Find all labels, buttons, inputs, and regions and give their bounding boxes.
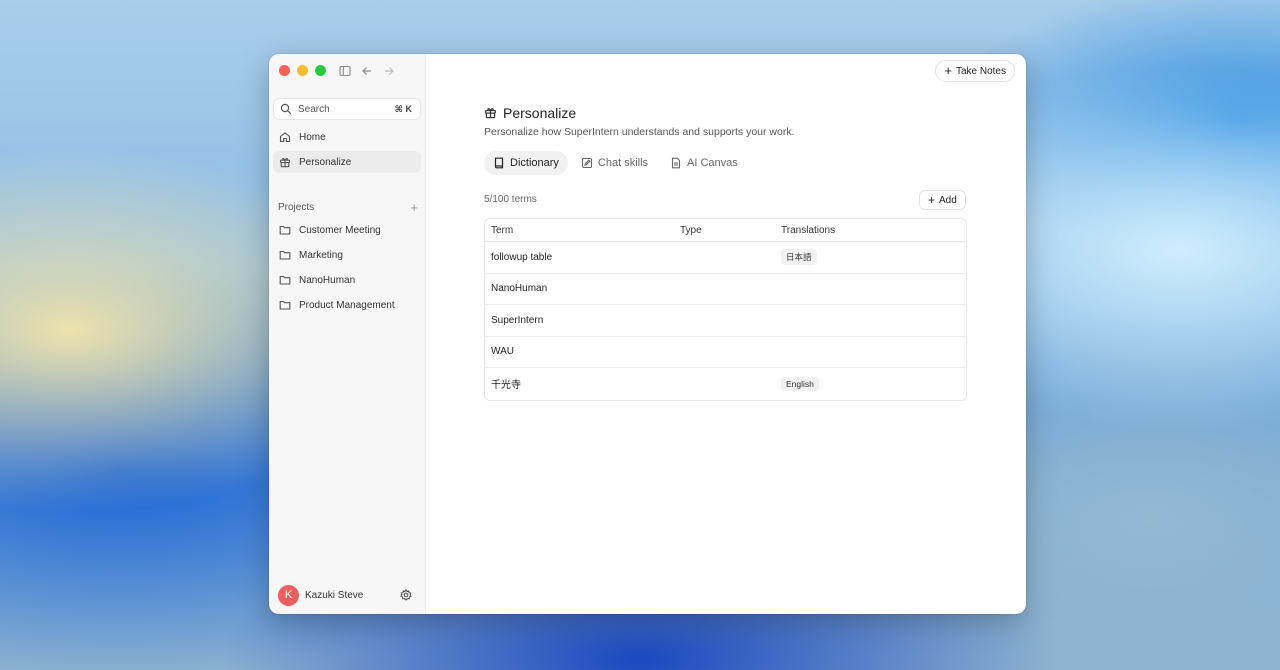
table-row[interactable]: NanoHuman bbox=[485, 274, 966, 305]
project-label: Customer Meeting bbox=[299, 224, 381, 236]
add-project-icon[interactable]: + bbox=[410, 201, 418, 214]
sidebar: Search ⌘ K Home Personalize Projects + C… bbox=[269, 54, 426, 614]
book-icon bbox=[493, 157, 505, 169]
search-shortcut: ⌘ K bbox=[394, 103, 412, 114]
dictionary-table: Term Type Translations followup table 日本… bbox=[484, 218, 967, 401]
tab-label: Chat skills bbox=[597, 157, 649, 169]
page-subtitle: Personalize how SuperIntern understands … bbox=[484, 126, 795, 138]
search-label: Search bbox=[298, 103, 330, 115]
close-window-button[interactable] bbox=[279, 65, 290, 76]
table-header: Term Type Translations bbox=[485, 219, 966, 242]
projects-label: Projects bbox=[278, 202, 315, 213]
sidebar-item-home[interactable]: Home bbox=[273, 126, 421, 148]
project-label: Product Management bbox=[299, 299, 395, 311]
sidebar-item-label: Personalize bbox=[299, 156, 352, 168]
search-input[interactable]: Search ⌘ K bbox=[273, 98, 421, 120]
user-name: Kazuki Steve bbox=[305, 589, 364, 601]
column-header-type[interactable]: Type bbox=[674, 225, 775, 236]
translation-badge: English bbox=[781, 376, 819, 391]
edit-square-icon bbox=[581, 157, 593, 169]
term-cell: NanoHuman bbox=[491, 283, 548, 295]
app-window: Search ⌘ K Home Personalize Projects + C… bbox=[269, 54, 1026, 614]
term-cell: WAU bbox=[491, 346, 514, 358]
gear-icon[interactable] bbox=[400, 588, 413, 602]
table-row[interactable]: 千光寺 English bbox=[485, 368, 966, 400]
plus-icon: + bbox=[928, 193, 936, 207]
project-item[interactable]: Marketing bbox=[273, 244, 421, 266]
table-row[interactable]: WAU bbox=[485, 337, 966, 368]
folder-icon bbox=[279, 274, 292, 287]
table-row[interactable]: SuperIntern bbox=[485, 305, 966, 337]
table-row[interactable]: followup table 日本語 bbox=[485, 242, 966, 274]
tab-label: Dictionary bbox=[510, 157, 559, 169]
main-panel: + Take Notes Personalize Personalize how… bbox=[426, 54, 1026, 614]
window-controls bbox=[279, 65, 326, 76]
forward-arrow-icon[interactable] bbox=[381, 63, 397, 79]
projects-header: Projects + bbox=[278, 201, 418, 214]
document-icon bbox=[670, 157, 682, 169]
gift-icon bbox=[279, 156, 292, 169]
page-title: Personalize bbox=[484, 105, 795, 121]
project-item[interactable]: NanoHuman bbox=[273, 269, 421, 291]
search-icon bbox=[280, 103, 292, 115]
translation-cell: English bbox=[775, 376, 966, 391]
term-cell: followup table bbox=[491, 251, 553, 263]
user-profile[interactable]: K Kazuki Steve bbox=[278, 584, 413, 606]
project-item[interactable]: Product Management bbox=[273, 294, 421, 316]
folder-icon bbox=[279, 249, 292, 262]
term-cell: SuperIntern bbox=[491, 314, 544, 326]
project-item[interactable]: Customer Meeting bbox=[273, 219, 421, 241]
column-header-translations[interactable]: Translations bbox=[775, 225, 966, 236]
take-notes-button[interactable]: + Take Notes bbox=[935, 60, 1015, 82]
project-label: NanoHuman bbox=[299, 274, 356, 286]
home-icon bbox=[279, 131, 292, 144]
back-arrow-icon[interactable] bbox=[359, 63, 375, 79]
gift-icon bbox=[484, 106, 498, 120]
avatar[interactable]: K bbox=[278, 584, 299, 606]
terms-count: 5/100 terms bbox=[484, 194, 537, 205]
term-cell: 千光寺 bbox=[491, 380, 521, 392]
sidebar-item-label: Home bbox=[299, 131, 326, 143]
folder-icon bbox=[279, 299, 292, 312]
sidebar-toggle-icon[interactable] bbox=[337, 63, 353, 79]
tab-bar: Dictionary Chat skills AI Canvas bbox=[484, 151, 747, 175]
tab-label: AI Canvas bbox=[687, 157, 738, 169]
translation-badge: 日本語 bbox=[781, 249, 817, 266]
project-label: Marketing bbox=[299, 249, 343, 261]
take-notes-label: Take Notes bbox=[955, 65, 1006, 77]
minimize-window-button[interactable] bbox=[297, 65, 308, 76]
folder-icon bbox=[279, 224, 292, 237]
page-header: Personalize Personalize how SuperIntern … bbox=[484, 105, 795, 138]
page-title-text: Personalize bbox=[503, 105, 577, 121]
add-label: Add bbox=[939, 194, 957, 206]
tab-dictionary[interactable]: Dictionary bbox=[484, 151, 568, 175]
tab-chat-skills[interactable]: Chat skills bbox=[572, 151, 657, 175]
column-header-term[interactable]: Term bbox=[485, 225, 674, 236]
toolbar bbox=[337, 63, 397, 79]
translation-cell: 日本語 bbox=[775, 249, 966, 266]
plus-icon: + bbox=[944, 63, 952, 78]
sidebar-item-personalize[interactable]: Personalize bbox=[273, 151, 421, 173]
zoom-window-button[interactable] bbox=[315, 65, 326, 76]
tab-ai-canvas[interactable]: AI Canvas bbox=[661, 151, 747, 175]
add-term-button[interactable]: + Add bbox=[919, 190, 966, 210]
